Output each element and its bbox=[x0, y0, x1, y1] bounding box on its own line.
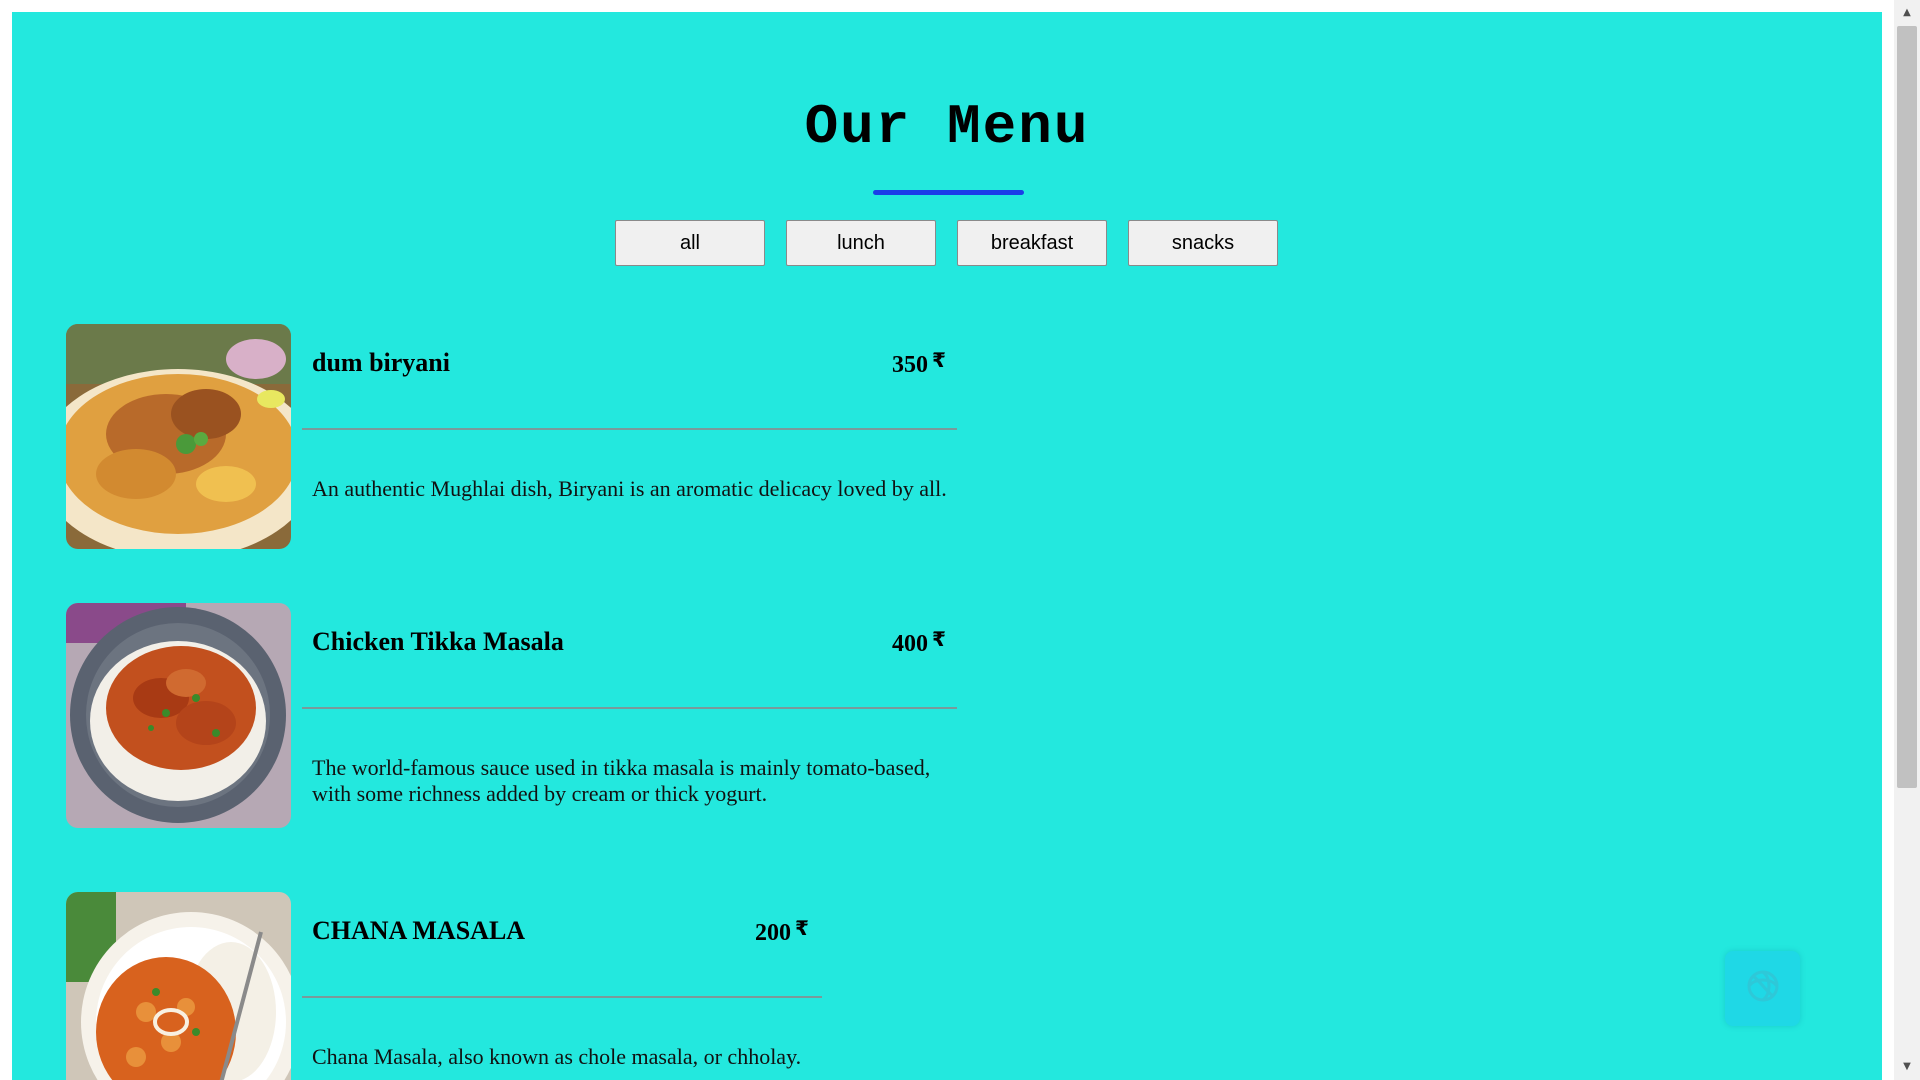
item-divider bbox=[302, 707, 957, 709]
dish-name: CHANA MASALA bbox=[312, 916, 526, 945]
dish-name: Chicken Tikka Masala bbox=[312, 627, 564, 656]
dish-photo-chana-masala bbox=[66, 892, 291, 1080]
page-scrollbar[interactable]: ▲ ▼ bbox=[1894, 0, 1920, 1080]
dish-photo-biryani bbox=[66, 324, 291, 549]
dish-description: The world-famous sauce used in tikka mas… bbox=[312, 755, 931, 806]
scrollbar-thumb[interactable] bbox=[1897, 26, 1917, 788]
category-filters: all lunch breakfast snacks bbox=[615, 220, 1278, 266]
dish-price: 350 ₹ bbox=[892, 348, 946, 379]
filter-button-all[interactable]: all bbox=[615, 220, 765, 266]
menu-item: Chicken Tikka Masala 400 ₹ The world-famo… bbox=[66, 603, 966, 833]
dish-price: 200 ₹ bbox=[755, 916, 809, 947]
item-divider bbox=[302, 996, 822, 998]
title-underline bbox=[873, 190, 1024, 195]
page-viewport: Our Menu all lunch breakfast snacks dum … bbox=[12, 12, 1882, 1080]
rupee-symbol: ₹ bbox=[795, 916, 809, 940]
menu-item: dum biryani 350 ₹ An authentic Mughlai di… bbox=[66, 324, 966, 554]
page-title: Our Menu bbox=[804, 95, 1090, 159]
chat-widget-button[interactable] bbox=[1725, 951, 1800, 1026]
dish-price: 400 ₹ bbox=[892, 627, 946, 658]
menu-item: CHANA MASALA 200 ₹ Chana Masala, also kno… bbox=[66, 892, 966, 1080]
price-value: 400 bbox=[892, 631, 928, 657]
price-value: 350 bbox=[892, 352, 928, 378]
scroll-up-arrow-icon[interactable]: ▲ bbox=[1894, 2, 1920, 24]
chat-assistant-icon bbox=[1741, 964, 1785, 1013]
rupee-symbol: ₹ bbox=[932, 627, 946, 651]
rupee-symbol: ₹ bbox=[932, 348, 946, 372]
dish-photo-tikka-masala bbox=[66, 603, 291, 828]
filter-button-lunch[interactable]: lunch bbox=[786, 220, 936, 266]
filter-button-snacks[interactable]: snacks bbox=[1128, 220, 1278, 266]
scroll-down-arrow-icon[interactable]: ▼ bbox=[1894, 1056, 1920, 1078]
dish-description: Chana Masala, also known as chole masala… bbox=[312, 1044, 802, 1069]
dish-name: dum biryani bbox=[312, 348, 450, 377]
filter-button-breakfast[interactable]: breakfast bbox=[957, 220, 1107, 266]
price-value: 200 bbox=[755, 920, 791, 946]
item-divider bbox=[302, 428, 957, 430]
dish-description: An authentic Mughlai dish, Biryani is an… bbox=[312, 476, 947, 501]
